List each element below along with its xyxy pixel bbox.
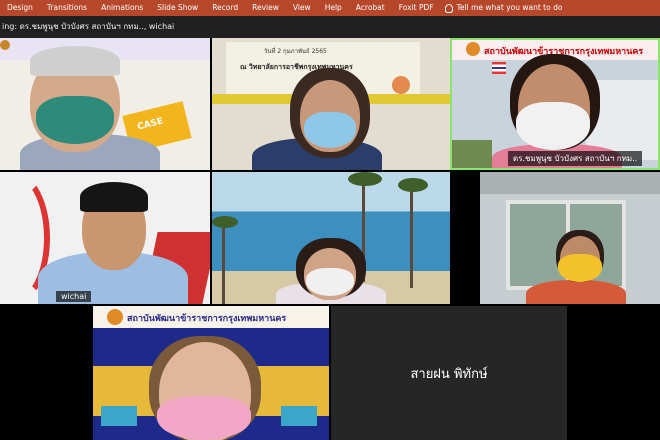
flower-decoration <box>392 76 410 94</box>
participant-display-name: สายฝน พิทักษ์ <box>410 366 488 382</box>
video-tile-7[interactable]: สถาบันพัฒนาข้าราชการกรุงเทพมหานคร <box>93 306 329 440</box>
institute-logo-icon <box>0 40 10 50</box>
person-body <box>526 280 626 304</box>
participant-name-tag: ดร.ชมพูนุช บัวบังศร สถาบันฯ กทม.. <box>508 151 643 166</box>
tab-review[interactable]: Review <box>245 0 286 16</box>
tab-view[interactable]: View <box>286 0 318 16</box>
tab-acrobat[interactable]: Acrobat <box>349 0 392 16</box>
video-tile-4[interactable]: wichai <box>0 172 210 304</box>
sign-date-text: วันที่ 2 กุมภาพันธ์ 2565 <box>264 48 327 55</box>
person-hair <box>80 182 148 212</box>
books-illustration <box>101 406 137 426</box>
video-tile-8-camera-off[interactable]: สายฝน พิทักษ์ <box>331 306 567 440</box>
palm-leaves <box>212 216 238 228</box>
institute-banner: สถาบันพัฒนาข้าราชการกรุงเทพมหานคร <box>93 306 329 328</box>
video-tile-3-active-speaker[interactable]: สถาบันพัฒนาข้าราชการกรุงเทพมหานคร ดร.ชมพ… <box>450 38 660 170</box>
institute-logo-icon <box>107 309 123 325</box>
ribbon-bar: Design Transitions Animations Slide Show… <box>0 0 660 16</box>
face-mask <box>558 254 602 282</box>
tab-animations[interactable]: Animations <box>94 0 150 16</box>
institute-banner-text: สถาบันพัฒนาข้าราชการกรุงเทพมหานคร <box>127 314 287 324</box>
face-mask <box>304 112 356 148</box>
lightbulb-icon <box>444 3 453 13</box>
tell-me-search[interactable]: Tell me what you want to do <box>441 0 570 16</box>
face-mask <box>157 396 251 440</box>
trees <box>452 140 492 168</box>
palm-trunk <box>410 178 413 288</box>
institute-logo-icon <box>466 42 480 56</box>
face-mask <box>36 96 114 144</box>
speaking-indicator: ing: ดร.ชมพูนุช บัวบังศร สถาบันฯ กทม.., … <box>0 16 660 38</box>
ceiling <box>480 172 660 194</box>
face-mask <box>306 268 354 296</box>
palm-leaves <box>398 178 428 192</box>
tab-help[interactable]: Help <box>318 0 349 16</box>
palm-leaves <box>348 172 382 186</box>
face-mask <box>516 102 590 150</box>
video-tile-6[interactable] <box>480 172 660 304</box>
books-illustration <box>281 406 317 426</box>
thai-flag-icon <box>492 62 506 74</box>
video-tile-2[interactable]: วันที่ 2 กุมภาพันธ์ 2565 ณ วิทยาลัยการอา… <box>212 38 450 170</box>
person-hair <box>30 46 120 76</box>
tab-foxit-pdf[interactable]: Foxit PDF <box>392 0 441 16</box>
tab-record[interactable]: Record <box>205 0 245 16</box>
participant-name-tag: wichai <box>56 291 92 302</box>
case-card-label: CASE <box>136 116 165 133</box>
tab-slide-show[interactable]: Slide Show <box>150 0 205 16</box>
video-tile-5[interactable] <box>212 172 450 304</box>
palm-trunk <box>222 220 225 304</box>
tell-me-label: Tell me what you want to do <box>456 3 563 12</box>
tab-design[interactable]: Design <box>0 0 40 16</box>
tab-transitions[interactable]: Transitions <box>40 0 94 16</box>
video-gallery: CASE วันที่ 2 กุมภาพันธ์ 2565 ณ วิทยาลัย… <box>0 38 660 440</box>
video-tile-1[interactable]: CASE <box>0 38 210 170</box>
